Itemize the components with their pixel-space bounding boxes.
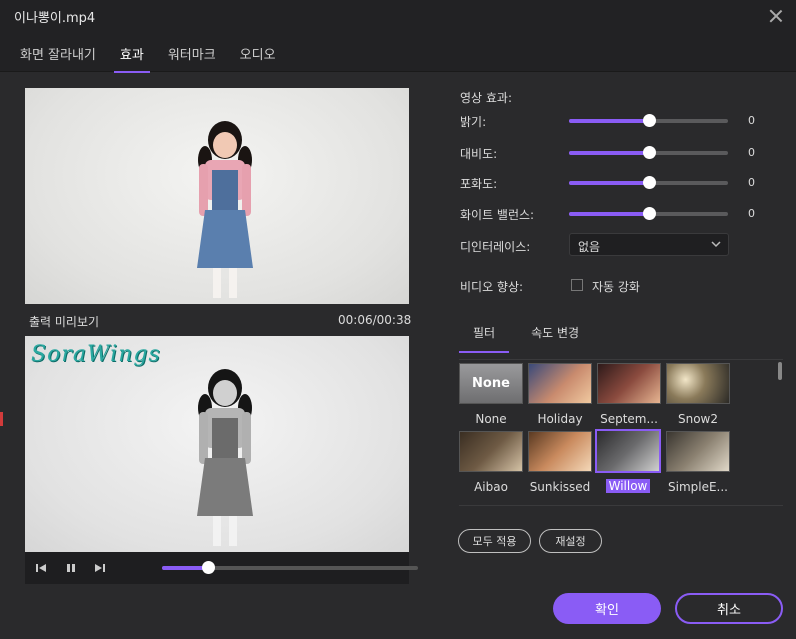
filter-label: Septem... (600, 412, 658, 426)
girl-figure-image (197, 121, 253, 298)
tab-effects[interactable]: 효과 (110, 40, 154, 73)
white-balance-slider[interactable] (569, 207, 728, 220)
video-effects-title: 영상 효과: (460, 91, 513, 105)
playback-controls (25, 552, 418, 584)
white-balance-handle[interactable] (642, 207, 656, 220)
video-enhance-label: 비디오 향상: (460, 280, 524, 294)
apply-all-button[interactable]: 모두 적용 (458, 529, 531, 553)
tab-audio[interactable]: 오디오 (230, 40, 286, 73)
chevron-down-icon (711, 241, 721, 248)
white-balance-value: 0 (748, 207, 755, 220)
filter-thumb-sunkissed[interactable] (528, 431, 592, 472)
contrast-slider[interactable] (569, 146, 728, 159)
watermark-text: SoraWings (31, 342, 161, 367)
ok-button[interactable]: 확인 (553, 593, 661, 624)
saturation-handle[interactable] (642, 176, 656, 189)
original-preview (25, 88, 409, 304)
filter-simple-elegant[interactable]: SimpleE... (666, 431, 730, 494)
brightness-label: 밝기: (460, 115, 487, 129)
filter-scrollbar[interactable] (778, 362, 782, 380)
filter-sunkissed[interactable]: Sunkissed (528, 431, 592, 494)
main-tabs: 화면 잘라내기 효과 워터마크 오디오 (10, 40, 290, 73)
step-forward-icon[interactable] (93, 561, 107, 575)
title-bar: 이나뽕이.mp4 화면 잘라내기 효과 워터마크 오디오 (0, 0, 796, 73)
brightness-slider[interactable] (569, 114, 728, 127)
filter-snow2[interactable]: Snow2 (666, 363, 730, 426)
brightness-handle[interactable] (642, 114, 656, 127)
edge-marker (0, 412, 3, 426)
filter-tabs: 필터 속도 변경 (459, 322, 601, 353)
playback-seek-slider[interactable] (162, 561, 418, 574)
auto-enhance-checkbox[interactable] (571, 279, 583, 291)
deinterlace-label: 디인터레이스: (460, 240, 531, 254)
filter-label: SimpleE... (668, 480, 728, 494)
saturation-label: 포화도: (460, 177, 498, 191)
pause-icon[interactable] (64, 561, 78, 575)
tab-watermark[interactable]: 워터마크 (158, 40, 226, 73)
seek-handle[interactable] (202, 561, 216, 574)
filter-label: Sunkissed (529, 480, 591, 494)
output-preview: SoraWings (25, 336, 409, 552)
filter-thumb-simple-elegant[interactable] (666, 431, 730, 472)
cancel-button[interactable]: 취소 (675, 593, 783, 624)
filter-label: None (475, 412, 507, 426)
filter-willow[interactable]: Willow (595, 429, 661, 493)
white-balance-label: 화이트 밸런스: (460, 208, 535, 222)
saturation-slider[interactable] (569, 176, 728, 189)
filter-divider (459, 359, 783, 360)
filter-thumb-holiday[interactable] (528, 363, 592, 404)
contrast-value: 0 (748, 146, 755, 159)
filter-label-selected: Willow (595, 479, 661, 493)
tab-crop[interactable]: 화면 잘라내기 (10, 40, 106, 73)
brightness-value: 0 (748, 114, 755, 127)
filter-september[interactable]: Septem... (597, 363, 661, 426)
filter-label: Holiday (537, 412, 583, 426)
filter-label: Snow2 (677, 412, 718, 426)
window-title: 이나뽕이.mp4 (14, 11, 96, 26)
filter-thumb-snow2[interactable] (666, 363, 730, 404)
filter-thumb-none[interactable]: None (459, 363, 523, 404)
filter-none[interactable]: None None (459, 363, 523, 426)
girl-figure-image-filtered (197, 369, 253, 546)
filter-holiday[interactable]: Holiday (528, 363, 592, 426)
playback-time: 00:06/00:38 (338, 313, 412, 327)
step-back-icon[interactable] (34, 561, 48, 575)
output-preview-label: 출력 미리보기 (29, 315, 100, 329)
close-icon[interactable] (768, 8, 784, 24)
contrast-label: 대비도: (460, 147, 498, 161)
deinterlace-value: 없음 (578, 240, 601, 254)
saturation-value: 0 (748, 176, 755, 189)
filter-thumb-willow[interactable] (595, 429, 661, 473)
tab-speed-change[interactable]: 속도 변경 (517, 322, 593, 353)
filter-divider-bottom (459, 505, 783, 506)
filter-thumb-aibao[interactable] (459, 431, 523, 472)
filter-thumb-september[interactable] (597, 363, 661, 404)
filter-label: Aibao (474, 480, 508, 494)
filter-aibao[interactable]: Aibao (459, 431, 523, 494)
tab-filter[interactable]: 필터 (459, 322, 510, 353)
reset-button[interactable]: 재설정 (539, 529, 602, 553)
auto-enhance-label[interactable]: 자동 강화 (592, 278, 640, 295)
contrast-handle[interactable] (642, 146, 656, 159)
deinterlace-select[interactable]: 없음 (569, 233, 729, 256)
